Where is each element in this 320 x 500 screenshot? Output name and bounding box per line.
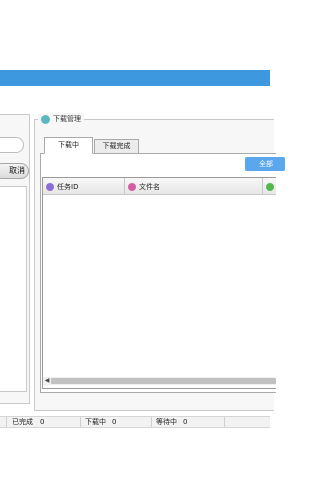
search-input[interactable] <box>0 137 24 153</box>
status-divider <box>224 417 225 427</box>
downloading-count: 0 <box>112 418 117 426</box>
completed-label: 已完成 <box>12 418 33 426</box>
task-table <box>42 177 276 389</box>
status-divider <box>6 417 7 427</box>
column-icon <box>266 182 274 191</box>
left-list <box>0 186 27 392</box>
waiting-label: 等待中 <box>156 418 177 426</box>
scrollbar-thumb[interactable] <box>51 378 276 384</box>
file-name-icon <box>128 182 136 191</box>
scroll-left-arrow-icon[interactable]: ◀ <box>43 377 51 385</box>
download-manager-title-label: 下载管理 <box>53 115 81 123</box>
download-manager-icon <box>41 114 50 124</box>
status-divider <box>151 417 152 427</box>
status-divider <box>80 417 81 427</box>
downloading-label: 下载中 <box>85 418 106 426</box>
waiting-count: 0 <box>183 418 188 426</box>
start-all-button[interactable]: 全部 <box>245 157 285 171</box>
tab-downloading[interactable]: 下载中 <box>44 137 93 154</box>
completed-count: 0 <box>40 418 45 426</box>
column-header-label: 任务ID <box>57 182 79 191</box>
column-header-file-name[interactable]: 文件名 <box>125 178 263 195</box>
download-manager-title: 下载管理 <box>38 113 84 125</box>
title-bar <box>0 70 270 86</box>
task-id-icon <box>46 182 54 191</box>
column-header-third[interactable] <box>263 178 277 195</box>
column-header-task-id[interactable]: 任务ID <box>43 178 125 195</box>
cancel-button[interactable]: 取消 <box>0 163 29 179</box>
tab-completed[interactable]: 下载完成 <box>94 139 139 153</box>
column-header-label: 文件名 <box>139 182 160 191</box>
